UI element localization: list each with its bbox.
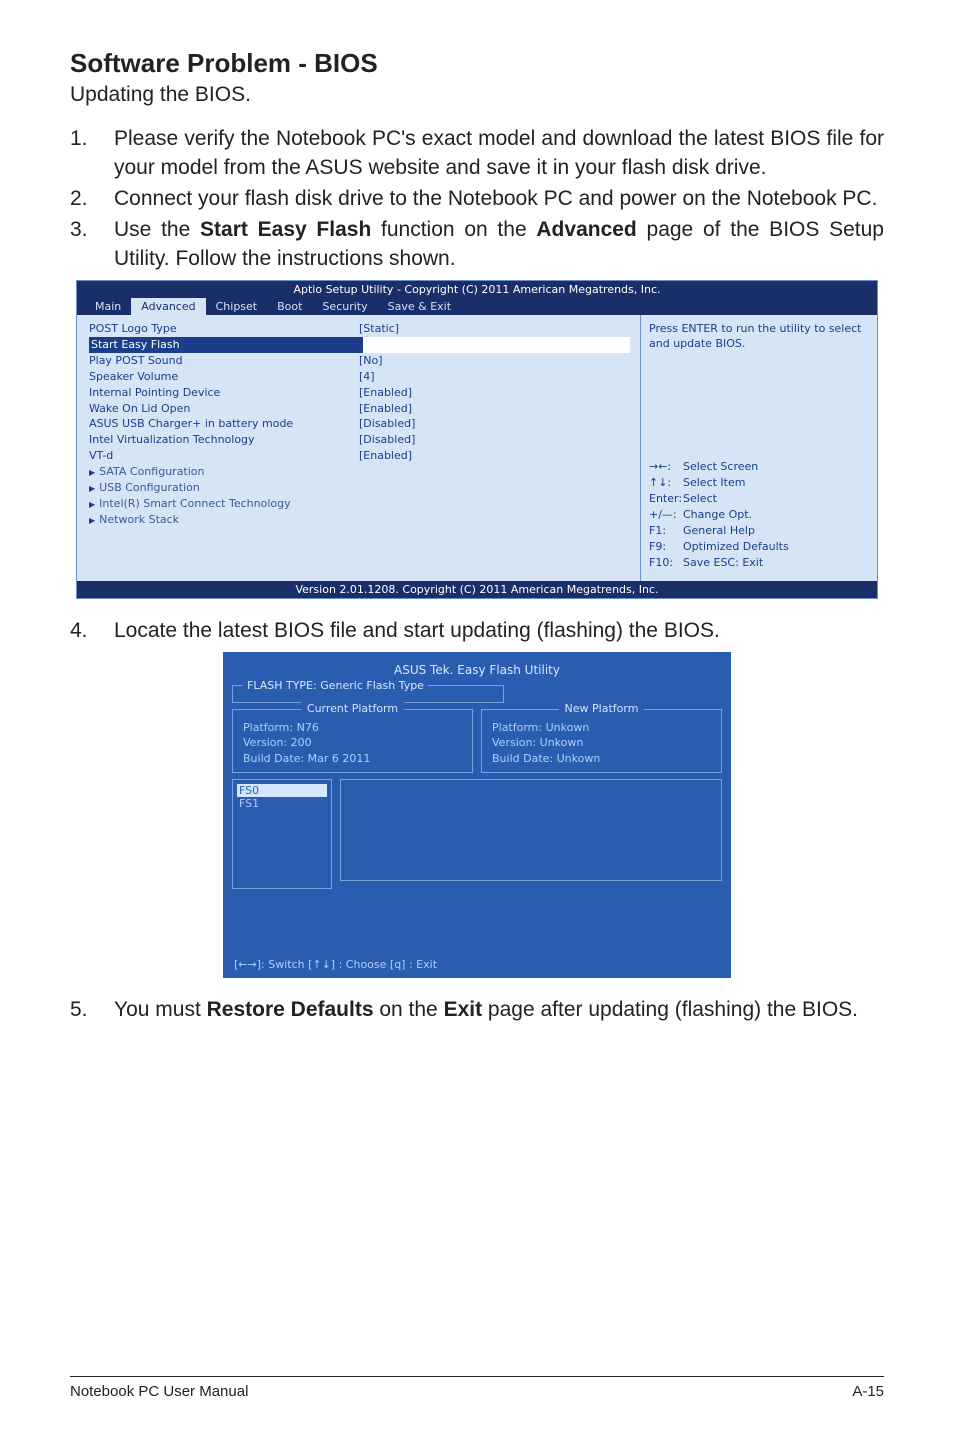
bios-title: Aptio Setup Utility - Copyright (C) 2011… [77, 281, 877, 298]
ef-file-list [340, 779, 722, 881]
bios-footer: Version 2.01.1208. Copyright (C) 2011 Am… [77, 581, 877, 598]
step-4: 4. Locate the latest BIOS file and start… [70, 617, 884, 646]
step-2: 2. Connect your flash disk drive to the … [70, 185, 884, 214]
footer-left: Notebook PC User Manual [70, 1383, 248, 1400]
step-5: 5. You must Restore Defaults on the Exit… [70, 996, 884, 1025]
tab-advanced: Advanced [131, 298, 205, 315]
tab-main: Main [85, 298, 131, 315]
tab-boot: Boot [267, 298, 312, 315]
page-footer: Notebook PC User Manual A-15 [70, 1376, 884, 1400]
ef-new-platform: New Platform Platform: Unkown Version: U… [481, 709, 722, 773]
tab-chipset: Chipset [206, 298, 268, 315]
ef-drive-list: FS0 FS1 [232, 779, 332, 889]
easy-flash-screenshot: ASUS Tek. Easy Flash Utility FLASH TYPE:… [223, 652, 731, 978]
bios-help-text: Press ENTER to run the utility to select… [649, 321, 869, 352]
step-3: 3. Use the Start Easy Flash function on … [70, 216, 884, 274]
tab-save-exit: Save & Exit [378, 298, 461, 315]
bios-options: POST Logo Type[Static] Start Easy Flash … [77, 315, 640, 581]
tab-security: Security [312, 298, 377, 315]
ef-title: ASUS Tek. Easy Flash Utility [232, 663, 722, 677]
footer-right: A-15 [852, 1383, 884, 1400]
bios-setup-screenshot: Aptio Setup Utility - Copyright (C) 2011… [76, 280, 878, 599]
step-1: 1. Please verify the Notebook PC's exact… [70, 125, 884, 183]
section-subtitle: Updating the BIOS. [70, 83, 884, 107]
section-heading: Software Problem - BIOS [70, 48, 884, 79]
ef-key-hint: [←→]: Switch [↑↓] : Choose [q] : Exit [232, 954, 722, 973]
bios-tabs: Main Advanced Chipset Boot Security Save… [77, 298, 877, 315]
bios-key-help: →←:Select Screen ↑↓:Select Item Enter:Se… [649, 459, 869, 571]
ef-current-platform: Current Platform Platform: N76 Version: … [232, 709, 473, 773]
ef-flash-type: FLASH TYPE: Generic Flash Type [232, 685, 504, 703]
